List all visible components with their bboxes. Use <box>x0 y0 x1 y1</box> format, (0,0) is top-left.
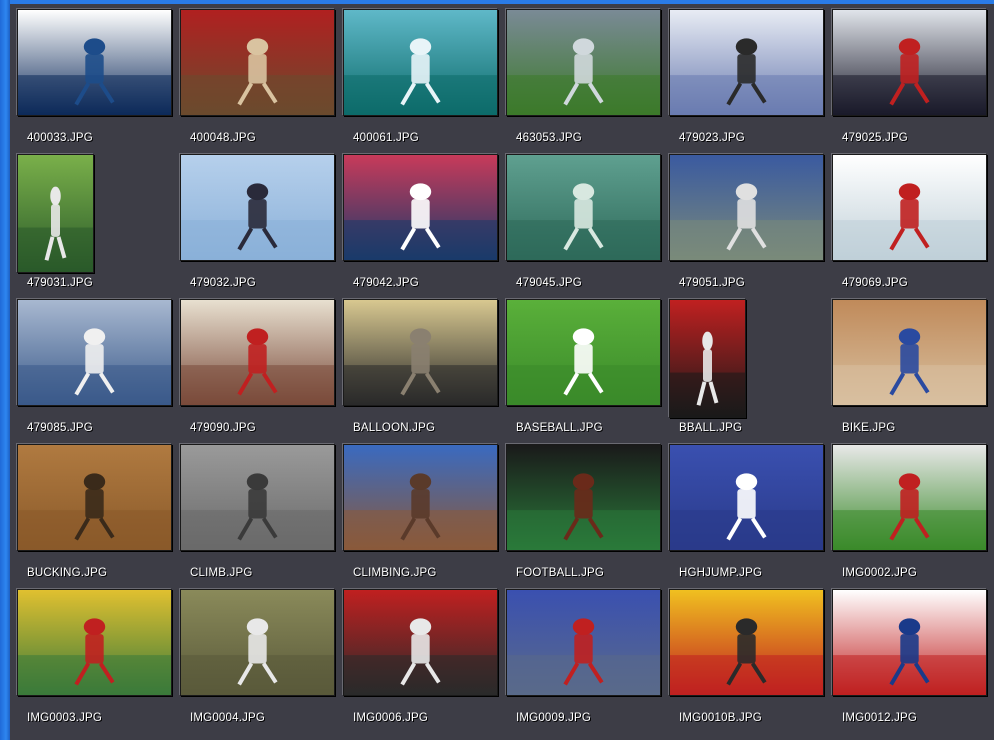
thumbnail-filename: 400033.JPG <box>27 132 93 144</box>
thumbnail-image[interactable] <box>832 299 987 406</box>
thumbnail-item[interactable]: BBALL.JPG <box>667 298 830 443</box>
thumbnail-filename: IMG0002.JPG <box>842 567 918 579</box>
thumbnail-item[interactable]: IMG0003.JPG <box>15 588 178 733</box>
window-top-border <box>0 0 994 4</box>
thumbnail-item[interactable]: 479090.JPG <box>178 298 341 443</box>
thumbnail-item[interactable]: CLIMBING.JPG <box>341 443 504 588</box>
thumbnail-item[interactable]: BIKE.JPG <box>830 298 993 443</box>
thumbnail-image[interactable] <box>506 154 661 261</box>
thumbnail-filename: BBALL.JPG <box>679 422 743 434</box>
thumbnail-image[interactable] <box>506 589 661 696</box>
thumbnail-filename: 463053.JPG <box>516 132 582 144</box>
thumbnail-item[interactable]: IMG0004.JPG <box>178 588 341 733</box>
thumbnail-image[interactable] <box>17 154 94 273</box>
thumbnail-image[interactable] <box>343 299 498 406</box>
thumbnail-item[interactable]: 400033.JPG <box>15 8 178 153</box>
thumbnail-filename: IMG0004.JPG <box>190 712 266 724</box>
thumbnail-image[interactable] <box>17 444 172 551</box>
thumbnail-item[interactable]: HGHJUMP.JPG <box>667 443 830 588</box>
thumbnail-item[interactable]: 400061.JPG <box>341 8 504 153</box>
thumbnail-image[interactable] <box>180 299 335 406</box>
thumbnail-image[interactable] <box>669 589 824 696</box>
thumbnail-item[interactable]: 479069.JPG <box>830 153 993 298</box>
thumbnail-item[interactable]: IMG0010B.JPG <box>667 588 830 733</box>
thumbnail-filename: BALLOON.JPG <box>353 422 436 434</box>
thumbnail-item[interactable]: 479032.JPG <box>178 153 341 298</box>
thumbnail-item[interactable]: BASEBALL.JPG <box>504 298 667 443</box>
thumbnail-filename: IMG0003.JPG <box>27 712 103 724</box>
thumbnail-item[interactable]: 479023.JPG <box>667 8 830 153</box>
thumbnail-image[interactable] <box>17 589 172 696</box>
thumbnail-image[interactable] <box>343 154 498 261</box>
thumbnail-item[interactable]: IMG0006.JPG <box>341 588 504 733</box>
thumbnail-image[interactable] <box>343 589 498 696</box>
thumbnail-filename: HGHJUMP.JPG <box>679 567 763 579</box>
thumbnail-filename: 400061.JPG <box>353 132 419 144</box>
thumbnail-image[interactable] <box>832 589 987 696</box>
thumbnail-filename: 479025.JPG <box>842 132 908 144</box>
thumbnail-filename: IMG0012.JPG <box>842 712 918 724</box>
thumbnail-image[interactable] <box>832 154 987 261</box>
thumbnail-item[interactable]: IMG0002.JPG <box>830 443 993 588</box>
thumbnail-filename: IMG0006.JPG <box>353 712 429 724</box>
thumbnail-filename: CLIMBING.JPG <box>353 567 437 579</box>
thumbnail-image[interactable] <box>669 444 824 551</box>
thumbnail-filename: 479090.JPG <box>190 422 256 434</box>
thumbnail-item[interactable]: 479045.JPG <box>504 153 667 298</box>
thumbnail-filename: 479085.JPG <box>27 422 93 434</box>
thumbnail-image[interactable] <box>506 444 661 551</box>
thumbnail-item[interactable]: 479042.JPG <box>341 153 504 298</box>
thumbnail-image[interactable] <box>506 299 661 406</box>
thumbnail-filename: CLIMB.JPG <box>190 567 253 579</box>
thumbnail-filename: 479031.JPG <box>27 277 93 289</box>
thumbnail-image[interactable] <box>506 9 661 116</box>
thumbnail-item[interactable]: 463053.JPG <box>504 8 667 153</box>
thumbnail-image[interactable] <box>669 154 824 261</box>
thumbnail-image[interactable] <box>832 444 987 551</box>
thumbnail-item[interactable]: BALLOON.JPG <box>341 298 504 443</box>
thumbnail-filename: 479069.JPG <box>842 277 908 289</box>
thumbnail-item[interactable]: BUCKING.JPG <box>15 443 178 588</box>
thumbnail-filename: IMG0010B.JPG <box>679 712 762 724</box>
thumbnail-item[interactable]: 479031.JPG <box>15 153 178 298</box>
thumbnail-item[interactable]: 479025.JPG <box>830 8 993 153</box>
thumbnail-grid: 400033.JPG 400048.JPG 400061.JPG 463053.… <box>15 8 993 733</box>
thumbnail-image[interactable] <box>669 299 746 418</box>
thumbnail-filename: 479051.JPG <box>679 277 745 289</box>
thumbnail-filename: 479045.JPG <box>516 277 582 289</box>
thumbnail-filename: BIKE.JPG <box>842 422 896 434</box>
thumbnail-image[interactable] <box>669 9 824 116</box>
thumbnail-item[interactable]: 479051.JPG <box>667 153 830 298</box>
thumbnail-filename: IMG0009.JPG <box>516 712 592 724</box>
thumbnail-image[interactable] <box>832 9 987 116</box>
thumbnail-filename: 479023.JPG <box>679 132 745 144</box>
thumbnail-filename: 479032.JPG <box>190 277 256 289</box>
thumbnail-image[interactable] <box>343 9 498 116</box>
thumbnail-item[interactable]: CLIMB.JPG <box>178 443 341 588</box>
thumbnail-item[interactable]: 400048.JPG <box>178 8 341 153</box>
thumbnail-item[interactable]: IMG0012.JPG <box>830 588 993 733</box>
thumbnail-image[interactable] <box>17 9 172 116</box>
thumbnail-item[interactable]: IMG0009.JPG <box>504 588 667 733</box>
thumbnail-item[interactable]: 479085.JPG <box>15 298 178 443</box>
thumbnail-image[interactable] <box>180 154 335 261</box>
thumbnail-filename: BUCKING.JPG <box>27 567 108 579</box>
thumbnail-filename: 400048.JPG <box>190 132 256 144</box>
thumbnail-image[interactable] <box>180 444 335 551</box>
thumbnail-image[interactable] <box>343 444 498 551</box>
thumbnail-image[interactable] <box>17 299 172 406</box>
window-left-border <box>0 0 10 740</box>
thumbnail-filename: 479042.JPG <box>353 277 419 289</box>
thumbnail-filename: BASEBALL.JPG <box>516 422 603 434</box>
thumbnail-image[interactable] <box>180 589 335 696</box>
thumbnail-image[interactable] <box>180 9 335 116</box>
thumbnail-filename: FOOTBALL.JPG <box>516 567 605 579</box>
thumbnail-item[interactable]: FOOTBALL.JPG <box>504 443 667 588</box>
